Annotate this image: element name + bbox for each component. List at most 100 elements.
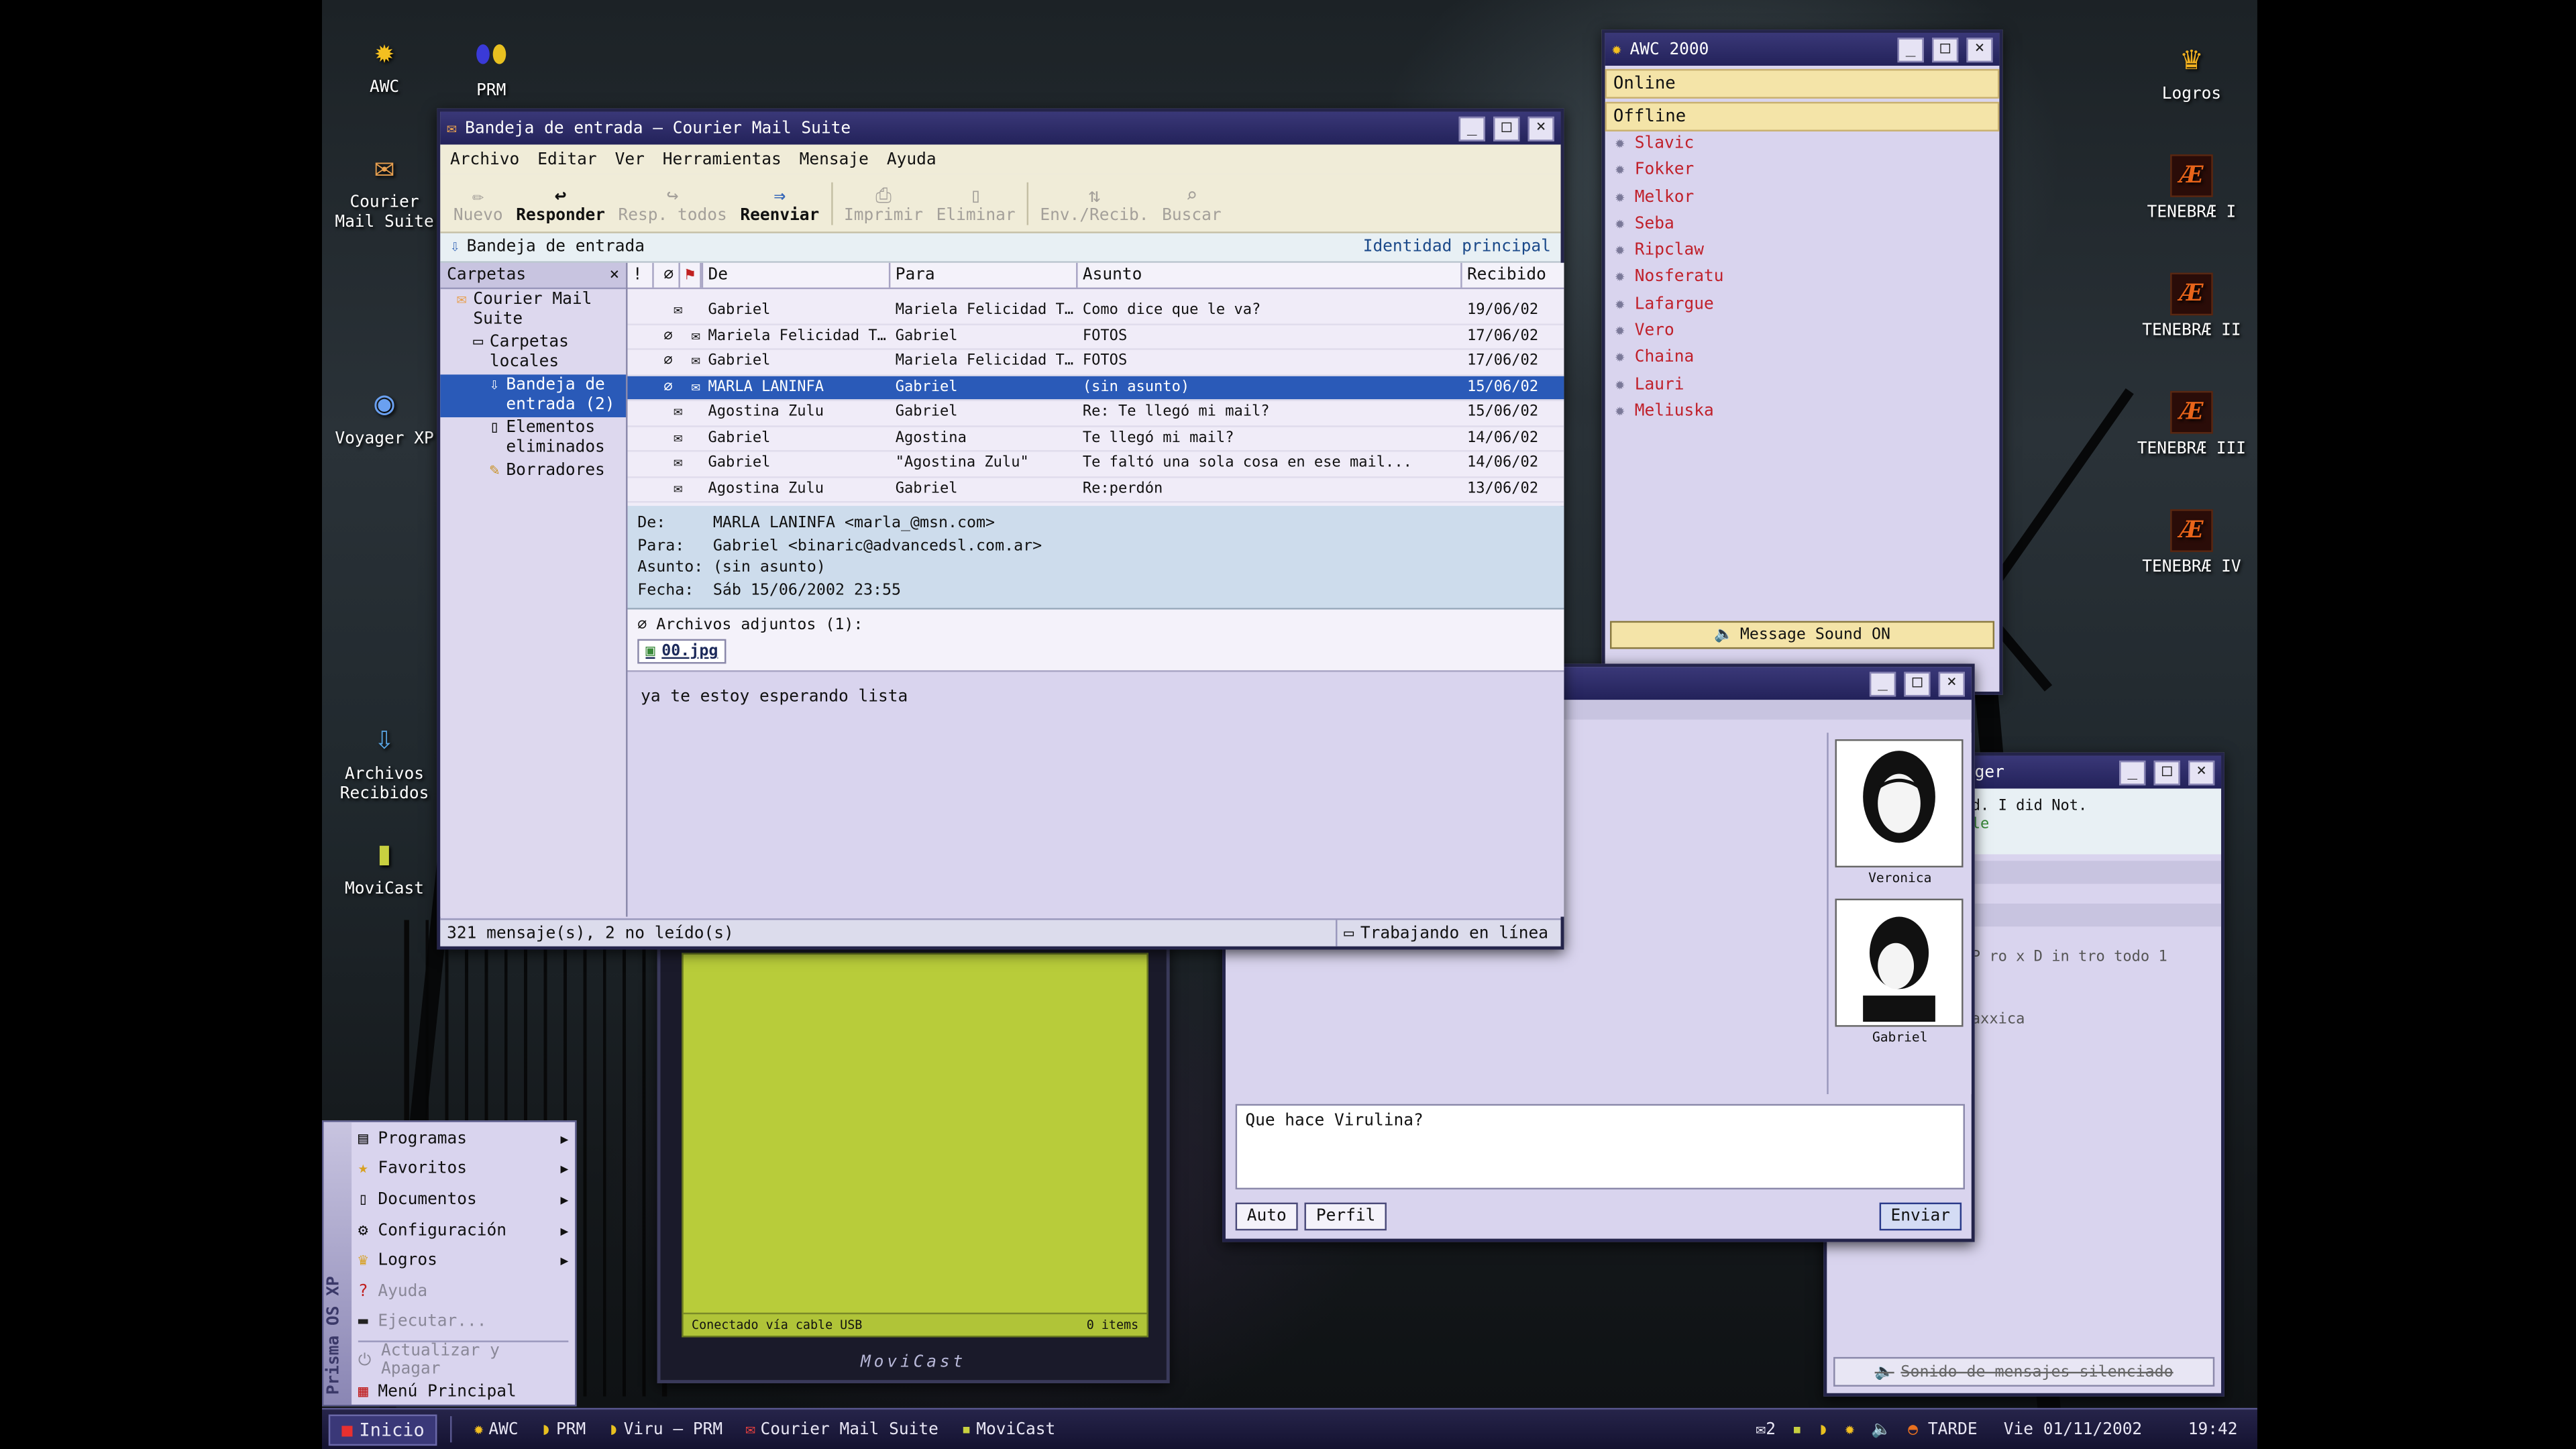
new-button[interactable]: ✏ Nuevo	[447, 184, 509, 225]
table-row[interactable]: ✉ Agostina Zulu Gabriel Re: Te llegó mi mai…	[627, 401, 1564, 427]
table-row[interactable]: ✉ Agostina Zulu Gabriel Re:perdón 13/06/02	[627, 477, 1564, 503]
contact-item[interactable]: ✹ Lauri	[1605, 372, 2000, 399]
menu-favoritos[interactable]: ★ Favoritos ▶	[352, 1155, 575, 1185]
desktop-icon-archivos[interactable]: ⇩ Archivos Recibidos	[327, 716, 441, 805]
contact-item[interactable]: ✹ Fokker	[1605, 158, 2000, 185]
send-button[interactable]: Enviar	[1879, 1202, 1962, 1231]
desktop-icon-tenebrae-1[interactable]: Æ TENEBRÆ I	[2134, 154, 2249, 223]
task-movicast[interactable]: ▪ MoviCast	[953, 1420, 1064, 1438]
menu-shutdown[interactable]: ⏻ Actualizar y Apagar	[352, 1343, 575, 1379]
online-group[interactable]: Online	[1605, 68, 2000, 99]
menu-editar[interactable]: Editar	[537, 150, 596, 168]
col-from[interactable]: De	[703, 262, 891, 288]
menu-mensaje[interactable]: Mensaje	[800, 150, 869, 168]
maximize-button[interactable]: □	[1932, 37, 1959, 62]
awc-window[interactable]: ✹ AWC 2000 _ □ × Online Offline ✹ Slavic ✹ Fokk…	[1601, 30, 2003, 695]
close-button[interactable]: ×	[2188, 759, 2215, 785]
menu-documentos[interactable]: ▯ Documentos ▶	[352, 1185, 575, 1216]
sun-icon[interactable]: ✹	[1845, 1420, 1855, 1438]
task-awc[interactable]: ✹ AWC	[466, 1420, 527, 1438]
menu-ayuda[interactable]: Ayuda	[887, 150, 936, 168]
reply-button[interactable]: ↩ Responder	[509, 184, 611, 225]
delete-button[interactable]: ▯ Eliminar	[930, 184, 1022, 225]
table-row[interactable]: ✉ Gabriel Agostina Te llegó mi mail? 14/06/0…	[627, 427, 1564, 452]
contact-item[interactable]: ✹ Seba	[1605, 212, 2000, 239]
mail-count[interactable]: ✉2	[1756, 1420, 1776, 1438]
col-subject[interactable]: Asunto	[1078, 262, 1462, 288]
message-sound-button[interactable]: 🔈 Message Sound ON	[1610, 621, 1995, 649]
contact-item[interactable]: ✹ Nosferatu	[1605, 265, 2000, 292]
table-row[interactable]: ✉ Gabriel Mariela Felicidad T… Como dice qu…	[627, 299, 1564, 325]
desktop-icon-tenebrae-2[interactable]: Æ TENEBRÆ II	[2134, 272, 2249, 342]
task-prm[interactable]: ◗ PRM	[533, 1420, 594, 1438]
contact-item[interactable]: ✹ Ripclaw	[1605, 239, 2000, 266]
desktop-icon-movicast[interactable]: ▮ MoviCast	[327, 831, 441, 900]
minimize-button[interactable]: _	[1897, 37, 1924, 62]
menu-ver[interactable]: Ver	[615, 150, 645, 168]
folder-inbox[interactable]: ⇩ Bandeja de entrada (2)	[440, 374, 627, 418]
profile-button[interactable]: Perfil	[1304, 1202, 1387, 1231]
movicast-window[interactable]: Conectado vía cable USB 0 items MoviCast	[657, 920, 1170, 1384]
search-button[interactable]: ⌕ Buscar	[1155, 184, 1228, 225]
col-received[interactable]: Recibido	[1462, 263, 1554, 288]
col-to[interactable]: Para	[890, 262, 1078, 288]
contact-item[interactable]: ✹ Lafargue	[1605, 292, 2000, 319]
maximize-button[interactable]: □	[2153, 759, 2180, 785]
menu-configuracion[interactable]: ⚙ Configuración ▶	[352, 1216, 575, 1246]
menu-ejecutar[interactable]: ▬ Ejecutar...	[352, 1307, 575, 1338]
menu-principal[interactable]: ▦ Menú Principal	[352, 1377, 575, 1407]
task-courier[interactable]: ✉ Courier Mail Suite	[737, 1420, 947, 1438]
identity-link[interactable]: Identidad principal	[1363, 238, 1551, 256]
folder-drafts[interactable]: ✎ Borradores	[440, 460, 626, 483]
phone-icon[interactable]: ▪	[1792, 1420, 1803, 1438]
desktop-icon-tenebrae-4[interactable]: Æ TENEBRÆ IV	[2134, 509, 2249, 578]
minimize-button[interactable]: _	[1869, 671, 1896, 696]
table-row[interactable]: ⌀ ✉ Mariela Felicidad T… Gabriel FOTOS 17/06…	[627, 325, 1564, 350]
close-button[interactable]: ×	[1527, 115, 1554, 141]
maximize-button[interactable]: □	[1493, 115, 1520, 141]
folder-courier[interactable]: ✉ Courier Mail Suite	[440, 289, 626, 332]
menu-archivo[interactable]: Archivo	[450, 150, 519, 168]
desktop-icon-prm[interactable]: PRM	[434, 33, 549, 102]
folder-deleted[interactable]: ▯ Elementos eliminados	[440, 417, 626, 460]
desktop-icon-voyager[interactable]: ◉ Voyager XP	[327, 381, 441, 450]
auto-button[interactable]: Auto	[1235, 1202, 1298, 1231]
menu-logros[interactable]: ♛ Logros ▶	[352, 1246, 575, 1277]
table-row[interactable]: ✉ Gabriel "Agostina Zulu" Te faltó una sola…	[627, 451, 1564, 478]
contact-item[interactable]: ✹ Chaina	[1605, 345, 2000, 372]
task-viru-prm[interactable]: ◗ Viru – PRM	[600, 1420, 731, 1438]
mail-window[interactable]: ✉ Bandeja de entrada – Courier Mail Suite…	[437, 108, 1564, 950]
col-priority[interactable]: !	[628, 262, 654, 288]
minimize-button[interactable]: _	[1458, 115, 1485, 141]
desktop-icon-tenebrae-3[interactable]: Æ TENEBRÆ III	[2134, 390, 2249, 460]
send-receive-button[interactable]: ⇅ Env./Recib.	[1034, 184, 1156, 225]
table-row[interactable]: ⌀ ✉ Gabriel Mariela Felicidad T… FOTOS 17/06…	[627, 350, 1564, 376]
contact-item[interactable]: ✹ Melkor	[1605, 185, 2000, 212]
contact-item[interactable]: ✹ Meliuska	[1605, 399, 2000, 426]
desktop-icon-logros[interactable]: ♛ Logros	[2134, 36, 2249, 105]
maximize-button[interactable]: □	[1904, 671, 1931, 696]
minimize-button[interactable]: _	[2119, 759, 2146, 785]
folder-local[interactable]: ▭ Carpetas locales	[440, 332, 626, 375]
print-button[interactable]: ⎙ Imprimir	[837, 184, 930, 225]
contact-item[interactable]: ✹ Slavic	[1605, 131, 2000, 158]
mute-sound-button[interactable]: 🔈 Sonido de mensajes silenciado	[1833, 1356, 2215, 1387]
close-icon[interactable]: ×	[609, 266, 619, 284]
menu-herramientas[interactable]: Herramientas	[663, 150, 782, 168]
speaker-icon[interactable]: 🔈	[1871, 1420, 1891, 1438]
prm-icon[interactable]: ◗	[1819, 1420, 1829, 1438]
menu-programas[interactable]: ▤ Programas ▶	[352, 1124, 575, 1155]
start-button[interactable]: ■ Inicio	[328, 1413, 438, 1445]
close-button[interactable]: ×	[1938, 671, 1965, 696]
desktop-icon-courier[interactable]: ✉ Courier Mail Suite	[327, 145, 441, 233]
reply-all-button[interactable]: ↪ Resp. todos	[612, 184, 734, 225]
attachment-link[interactable]: ▣ 00.jpg	[637, 639, 727, 664]
offline-group[interactable]: Offline	[1605, 101, 2000, 131]
contact-item[interactable]: ✹ Vero	[1605, 319, 2000, 345]
col-attach-flag[interactable]: ⌀ ⚑	[654, 262, 704, 288]
desktop-icon-awc[interactable]: ✹ AWC	[327, 30, 441, 99]
table-row[interactable]: ⌀ ✉ MARLA LANINFA Gabriel (sin asunto) 15/06…	[627, 375, 1564, 401]
close-button[interactable]: ×	[1966, 37, 1993, 62]
chat-input[interactable]: Que hace Virulina?	[1235, 1104, 1965, 1190]
menu-ayuda[interactable]: ? Ayuda	[352, 1277, 575, 1307]
